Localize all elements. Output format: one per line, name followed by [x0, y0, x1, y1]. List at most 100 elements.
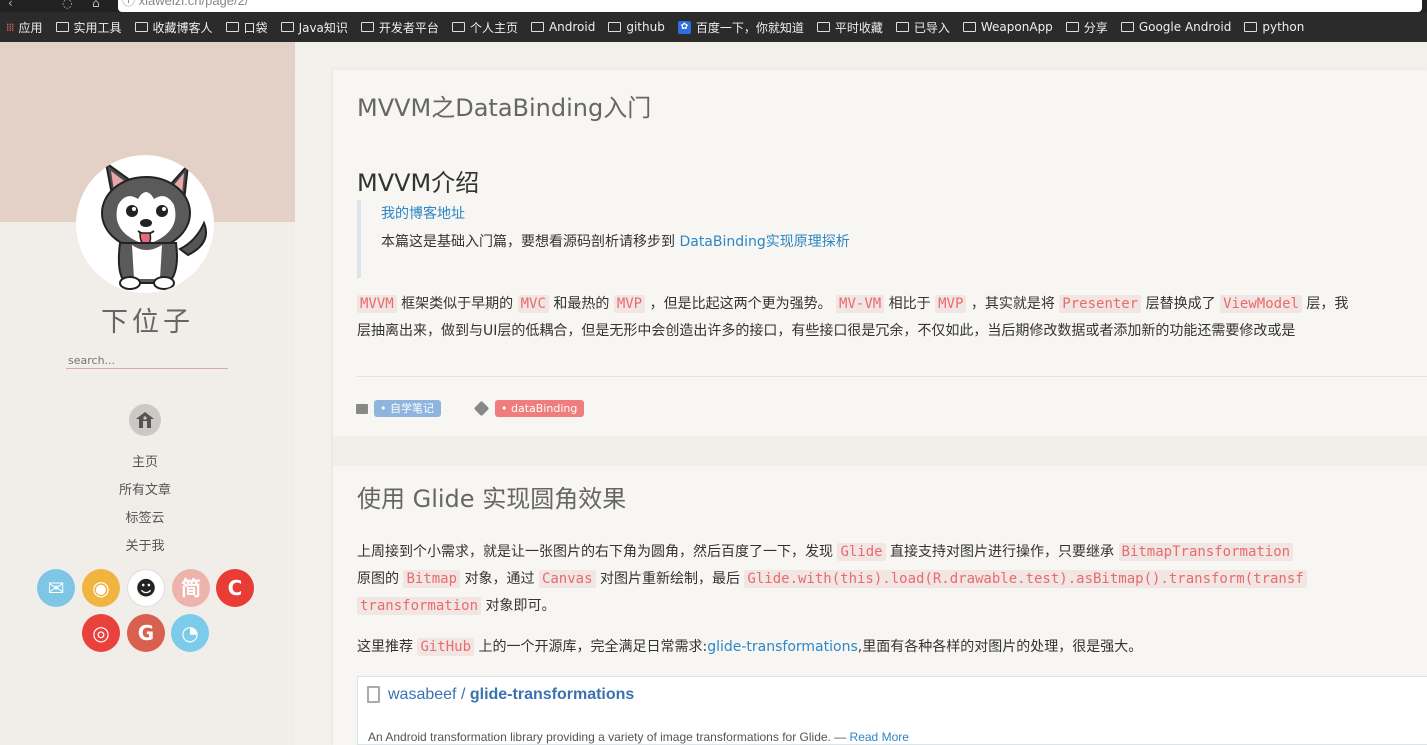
weibo-icon[interactable]: ◉: [82, 569, 120, 607]
folder-icon: [225, 22, 239, 32]
bookmark-item[interactable]: github: [602, 12, 671, 42]
databinding-principle-link[interactable]: DataBinding实现原理探析: [679, 234, 849, 250]
blog-address-link[interactable]: 我的博客地址: [381, 206, 465, 222]
nav-item-about[interactable]: 关于我: [0, 533, 290, 561]
home-browser-icon[interactable]: ⌂: [92, 0, 100, 10]
text: 层替换成了: [1141, 296, 1221, 312]
bookmark-item[interactable]: Google Android: [1115, 12, 1239, 42]
text: 上周接到个小需求，就是让一张图片的右下角为圆角，然后百度了一下，发现: [357, 544, 838, 560]
text: 直接支持对图片进行操作，只要继承: [885, 544, 1119, 560]
text: 框架类似于早期的: [396, 296, 518, 312]
inline-code: MV-VM: [836, 295, 885, 313]
text: 上的一个开源库，完全满足日常需求:: [474, 639, 708, 655]
bookmark-item[interactable]: 口袋: [220, 12, 275, 42]
bookmark-item[interactable]: 已导入: [890, 12, 957, 42]
tag-chip[interactable]: • dataBinding: [495, 400, 585, 417]
bookmark-label: WeaponApp: [980, 20, 1053, 34]
folder-icon: [55, 22, 69, 32]
jianshu-icon[interactable]: 简: [172, 569, 210, 607]
repo-owner-link[interactable]: wasabeef: [388, 686, 457, 703]
post-title[interactable]: 使用 Glide 实现圆角效果: [357, 479, 626, 514]
bookmark-item[interactable]: WeaponApp: [957, 12, 1060, 42]
nav-item-tag-cloud[interactable]: 标签云: [0, 505, 290, 533]
text: 和最热的: [548, 296, 614, 312]
inline-code: MVP: [935, 295, 967, 313]
blockquote: 我的博客地址 本篇这是基础入门篇，要想看源码剖析请移步到 DataBinding…: [357, 200, 1057, 278]
google-icon[interactable]: G: [127, 614, 165, 652]
bookmark-label: 已导入: [913, 20, 950, 35]
tag-shape-icon: [473, 400, 490, 417]
bookmark-label: 实用工具: [73, 20, 122, 35]
bookmark-item[interactable]: 分享: [1060, 12, 1115, 42]
bookmark-item[interactable]: 实用工具: [50, 12, 129, 42]
repo-name-link[interactable]: glide-transformations: [470, 686, 634, 703]
github-icon[interactable]: ☻: [127, 569, 165, 607]
site-title[interactable]: 下位子: [0, 300, 295, 339]
folder-icon: [1065, 22, 1079, 32]
inline-code: Glide: [837, 543, 886, 561]
bookmark-label: 个人主页: [469, 20, 518, 35]
bookmark-label: 口袋: [243, 20, 268, 35]
sidebar-nav: 主页 所有文章 标签云 关于我: [0, 449, 290, 561]
section-heading: MVVM介绍: [357, 169, 480, 197]
folder-icon: [280, 22, 294, 32]
repo-slash: /: [456, 686, 470, 703]
post-title[interactable]: MVVM之DataBinding入门: [357, 88, 651, 123]
text: 层，我: [1301, 296, 1349, 312]
category-chip[interactable]: • 自学笔记: [374, 400, 441, 417]
back-icon[interactable]: ‹: [8, 0, 13, 10]
folder-icon: [134, 22, 148, 32]
netease-icon[interactable]: ◎: [82, 614, 120, 652]
inline-code: GitHub: [417, 638, 475, 656]
qq-icon[interactable]: ◔: [171, 614, 209, 652]
bookmark-item[interactable]: python: [1238, 12, 1311, 42]
inline-code: MVC: [517, 295, 549, 313]
bookmark-label: python: [1262, 20, 1305, 34]
bookmark-item[interactable]: Android: [525, 12, 602, 42]
bookmark-item[interactable]: 收藏博客人: [129, 12, 220, 42]
post-paragraph: MVVM 框架类似于早期的 MVC 和最热的 MVP ，但是比起这两个更为强势。…: [357, 291, 1348, 345]
bookmark-label: 收藏博客人: [152, 20, 213, 35]
folder-icon: [360, 22, 374, 32]
folder-icon: [451, 22, 465, 32]
nav-item-all-posts[interactable]: 所有文章: [0, 477, 290, 505]
repo-icon: [367, 686, 380, 703]
inline-code: Presenter: [1059, 295, 1142, 313]
bookmark-item[interactable]: 开发者平台: [355, 12, 446, 42]
github-repo-card[interactable]: wasabeef / glide-transformations An Andr…: [357, 676, 1427, 745]
home-icon[interactable]: [129, 404, 161, 436]
glide-transformations-link[interactable]: glide-transformations: [707, 639, 858, 655]
address-bar-url: xiaweizi.cn/page/2/: [138, 0, 249, 8]
avatar[interactable]: [76, 155, 214, 293]
refresh-icon[interactable]: ◌: [62, 0, 72, 10]
repo-description: An Android transformation library provid…: [368, 730, 850, 744]
post-tags: • dataBinding: [472, 400, 585, 417]
tag-label: dataBinding: [511, 402, 578, 415]
bookmark-label: Android: [548, 20, 596, 34]
bookmark-item[interactable]: 平时收藏: [811, 12, 890, 42]
top-band: [295, 42, 1427, 70]
apps-grid-icon: ⁞⁞⁞: [6, 20, 14, 34]
csdn-icon[interactable]: C: [216, 569, 254, 607]
address-bar[interactable]: ⓘ xiaweizi.cn/page/2/: [118, 0, 1422, 12]
bookmark-item[interactable]: ⁞⁞⁞ 应用: [0, 12, 50, 42]
text: 对象，通过: [460, 571, 539, 587]
nav-item-home[interactable]: 主页: [0, 449, 290, 477]
bookmark-label: Google Android: [1138, 20, 1232, 34]
search-input[interactable]: [66, 352, 228, 369]
bookmark-label: Java知识: [298, 20, 348, 35]
bookmark-item[interactable]: Java知识: [275, 12, 355, 42]
text: ,里面有各种各样的对图片的处理，很是强大。: [857, 639, 1143, 655]
sidebar: 下位子 主页 所有文章 标签云 关于我 ✉◉☻简C ◎G◔: [0, 42, 295, 745]
email-icon[interactable]: ✉: [37, 569, 75, 607]
category-label: 自学笔记: [390, 402, 434, 415]
read-more-link[interactable]: Read More: [850, 730, 909, 744]
bookmark-item[interactable]: ✿ 百度一下，你就知道: [672, 12, 811, 42]
folder-icon: [1120, 22, 1134, 32]
text: 对图片重新绘制，最后: [595, 571, 745, 587]
text: 对象即可。: [481, 598, 556, 614]
bookmark-item[interactable]: 个人主页: [446, 12, 525, 42]
folder-icon: [530, 22, 544, 32]
bookmarks-bar: ⁞⁞⁞ 应用 实用工具 收藏博客人 口袋 Java知识 开发者平台 个人主页 Android gi…: [0, 12, 1427, 42]
text: 层抽离出来，做到与UI层的低耦合，但是无形中会创造出许多的接口，有些接口很是冗余…: [357, 323, 1296, 339]
